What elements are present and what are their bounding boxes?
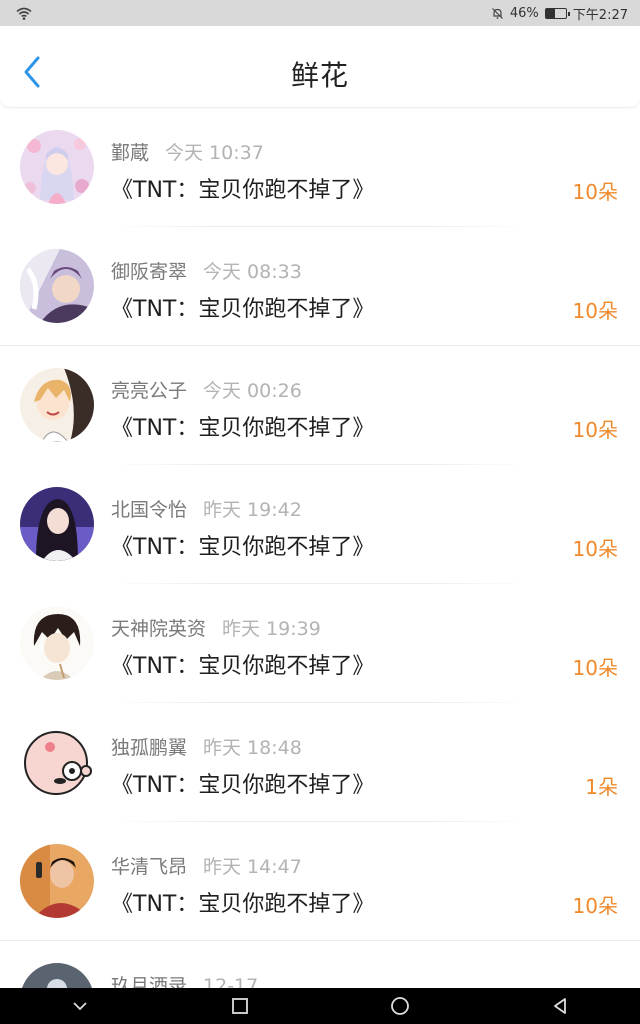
flower-count: 10朵 xyxy=(572,537,618,561)
user-name[interactable]: 御阪寄翠 xyxy=(111,261,187,283)
gift-message: 《TNT：宝贝你跑不掉了》 xyxy=(111,178,375,203)
list-item[interactable]: 华清飞昂 昨天 14:47 《TNT：宝贝你跑不掉了》 10朵 xyxy=(0,822,640,941)
timestamp: 今天 08:33 xyxy=(203,261,302,283)
timestamp: 昨天 18:48 xyxy=(203,737,302,759)
battery-level xyxy=(545,8,555,18)
avatar[interactable] xyxy=(20,725,94,799)
user-name[interactable]: 北国令怡 xyxy=(111,499,187,521)
gift-message: 《TNT：宝贝你跑不掉了》 xyxy=(111,297,375,322)
user-name-line: 御阪寄翠 今天 08:33 xyxy=(111,257,302,284)
avatar[interactable] xyxy=(20,487,94,561)
status-time: 下午2:27 xyxy=(572,7,628,23)
user-name-line: 亮亮公子 今天 00:26 xyxy=(111,376,302,403)
man-photo-avatar xyxy=(20,844,94,918)
square-recents-icon xyxy=(232,998,248,1014)
user-name[interactable]: 玖月酒录 xyxy=(111,975,187,988)
timestamp: 昨天 19:39 xyxy=(222,618,321,640)
gift-message: 《TNT：宝贝你跑不掉了》 xyxy=(111,416,375,441)
pink-cartoon-avatar xyxy=(20,725,94,799)
list-item[interactable]: 天神院英资 昨天 19:39 《TNT：宝贝你跑不掉了》 10朵 xyxy=(0,584,640,703)
avatar[interactable] xyxy=(20,963,94,988)
list-item[interactable]: 北国令怡 昨天 19:42 《TNT：宝贝你跑不掉了》 10朵 xyxy=(0,465,640,584)
user-name[interactable]: 独孤鹏翼 xyxy=(111,737,187,759)
timestamp: 昨天 19:42 xyxy=(203,499,302,521)
flower-count: 10朵 xyxy=(572,894,618,918)
anime-boy-avatar xyxy=(20,368,94,442)
user-name[interactable]: 天神院英资 xyxy=(111,618,206,640)
user-name[interactable]: 鄞蔵 xyxy=(111,142,149,164)
recents-button[interactable] xyxy=(220,988,260,1024)
avatar[interactable] xyxy=(20,844,94,918)
timestamp: 今天 00:26 xyxy=(203,380,302,402)
timestamp: 12-17 xyxy=(203,975,259,988)
list-item[interactable]: 鄞蔵 今天 10:37 《TNT：宝贝你跑不掉了》 10朵 xyxy=(0,108,640,227)
flower-count: 10朵 xyxy=(572,656,618,680)
flower-count: 10朵 xyxy=(572,180,618,204)
user-name-line: 独孤鹏翼 昨天 18:48 xyxy=(111,733,302,760)
avatar[interactable] xyxy=(20,130,94,204)
list-item[interactable]: 御阪寄翠 今天 08:33 《TNT：宝贝你跑不掉了》 10朵 xyxy=(0,227,640,346)
battery-icon xyxy=(544,7,570,19)
sketch-boy-avatar xyxy=(20,606,94,680)
back-nav-button[interactable] xyxy=(540,988,580,1024)
user-name-line: 天神院英资 昨天 19:39 xyxy=(111,614,321,641)
avatar[interactable] xyxy=(20,606,94,680)
user-name[interactable]: 亮亮公子 xyxy=(111,380,187,402)
flower-count: 1朵 xyxy=(585,775,618,799)
gift-message: 《TNT：宝贝你跑不掉了》 xyxy=(111,654,375,679)
battery-percent: 46% xyxy=(509,5,539,21)
user-name-line: 华清飞昂 昨天 14:47 xyxy=(111,852,302,879)
gift-message: 《TNT：宝贝你跑不掉了》 xyxy=(111,535,375,560)
status-bar: 46% 下午2:27 xyxy=(0,0,640,26)
status-left xyxy=(16,7,32,20)
user-name-line: 玖月酒录 12-17 xyxy=(111,971,258,988)
top-app-bar: 鲜花 xyxy=(0,26,640,108)
gift-message: 《TNT：宝贝你跑不掉了》 xyxy=(111,773,375,798)
flower-count: 10朵 xyxy=(572,299,618,323)
anime-girl-avatar xyxy=(20,130,94,204)
list-item[interactable]: 玖月酒录 12-17 xyxy=(0,941,640,988)
wifi-icon xyxy=(16,7,32,20)
girl-photo-avatar xyxy=(20,487,94,561)
circle-home-icon xyxy=(391,997,409,1015)
page-title: 鲜花 xyxy=(290,59,349,92)
user-name[interactable]: 华清飞昂 xyxy=(111,856,187,878)
avatar[interactable] xyxy=(20,368,94,442)
list-item[interactable]: 独孤鹏翼 昨天 18:48 《TNT：宝贝你跑不掉了》 1朵 xyxy=(0,703,640,822)
timestamp: 昨天 14:47 xyxy=(203,856,302,878)
gift-message: 《TNT：宝贝你跑不掉了》 xyxy=(111,892,375,917)
hide-nav-button[interactable] xyxy=(60,988,100,1024)
anime-couple-avatar xyxy=(20,249,94,323)
flower-count: 10朵 xyxy=(572,418,618,442)
timestamp: 今天 10:37 xyxy=(165,142,264,164)
user-name-line: 北国令怡 昨天 19:42 xyxy=(111,495,302,522)
home-button[interactable] xyxy=(380,988,420,1024)
mute-bell-icon xyxy=(491,7,503,19)
chevron-down-icon xyxy=(73,1002,87,1011)
status-right: 46% 下午2:27 xyxy=(491,4,628,23)
partial-avatar xyxy=(20,963,94,988)
avatar[interactable] xyxy=(20,249,94,323)
system-nav-bar xyxy=(0,988,640,1024)
user-name-line: 鄞蔵 今天 10:37 xyxy=(111,138,264,165)
list-item[interactable]: 亮亮公子 今天 00:26 《TNT：宝贝你跑不掉了》 10朵 xyxy=(0,346,640,465)
triangle-back-icon xyxy=(554,998,566,1014)
flower-record-list: 鄞蔵 今天 10:37 《TNT：宝贝你跑不掉了》 10朵 御阪寄翠 今天 08:3… xyxy=(0,108,640,988)
